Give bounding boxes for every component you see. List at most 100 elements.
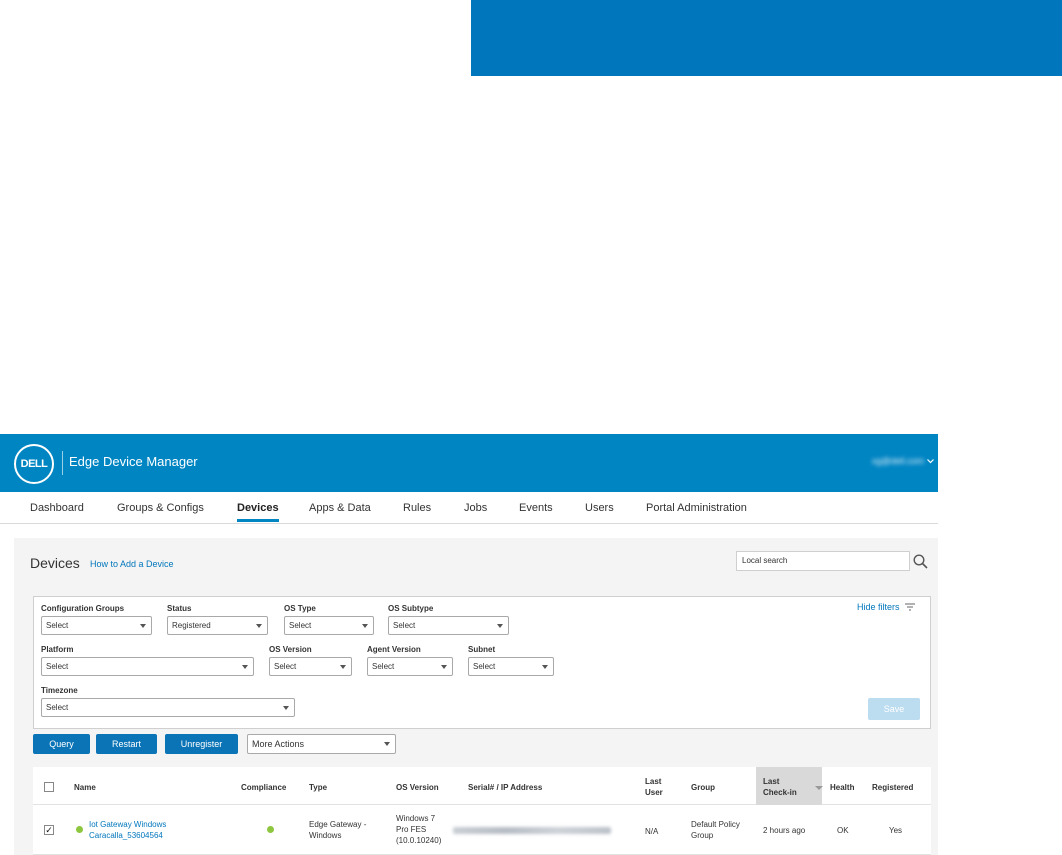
config-groups-value: Select xyxy=(46,621,69,630)
device-name-line1: Iot Gateway Windows xyxy=(89,820,167,829)
user-email: xg@dell.com xyxy=(871,456,924,466)
os-type-label: OS Type xyxy=(284,604,316,613)
top-banner xyxy=(471,0,1062,76)
chevron-down-icon xyxy=(542,665,548,669)
nav-portal-administration[interactable]: Portal Administration xyxy=(646,502,747,514)
config-groups-label: Configuration Groups xyxy=(41,604,125,613)
platform-select[interactable]: Select xyxy=(41,657,254,676)
platform-value: Select xyxy=(46,662,69,671)
os-version-select[interactable]: Select xyxy=(269,657,352,676)
devices-table: Name Compliance Type OS Version Serial# … xyxy=(33,767,931,855)
chevron-down-icon xyxy=(362,624,368,628)
column-os-version[interactable]: OS Version xyxy=(396,782,439,793)
page-title: Devices xyxy=(30,555,80,571)
device-name-link[interactable]: Iot Gateway Windows Caracalla_53604564 xyxy=(89,819,166,841)
logo-text: DELL xyxy=(20,458,48,470)
nav-devices[interactable]: Devices xyxy=(237,502,279,522)
nav-groups-configs[interactable]: Groups & Configs xyxy=(117,502,204,514)
device-os-line2: Pro FES xyxy=(396,825,427,834)
serial-ip-redacted xyxy=(453,827,611,834)
restart-button[interactable]: Restart xyxy=(96,734,157,754)
subnet-value: Select xyxy=(473,662,496,671)
app-header: DELL Edge Device Manager xg@dell.com xyxy=(0,434,938,492)
agent-version-value: Select xyxy=(372,662,395,671)
status-select[interactable]: Registered xyxy=(167,616,268,635)
row-checkbox[interactable]: ✓ xyxy=(44,825,54,835)
search-input[interactable]: Local search xyxy=(736,551,910,571)
chevron-down-icon xyxy=(283,706,289,710)
column-last-checkin-line2: Check-in xyxy=(763,788,797,797)
hide-filters-toggle[interactable]: Hide filters xyxy=(857,602,915,612)
device-registered: Yes xyxy=(889,826,903,835)
device-os-version: Windows 7 Pro FES (10.0.10240) xyxy=(396,813,441,846)
device-group: Default Policy Group xyxy=(691,819,740,841)
main-nav: Dashboard Groups & Configs Devices Apps … xyxy=(0,492,938,524)
column-health[interactable]: Health xyxy=(830,782,854,793)
agent-version-label: Agent Version xyxy=(367,645,421,654)
nav-dashboard[interactable]: Dashboard xyxy=(30,502,84,514)
nav-rules[interactable]: Rules xyxy=(403,502,431,514)
os-subtype-select[interactable]: Select xyxy=(388,616,509,635)
chevron-down-icon xyxy=(340,665,346,669)
more-actions-value: More Actions xyxy=(252,739,305,749)
save-filters-button[interactable]: Save xyxy=(868,698,920,720)
column-last-user-line2: User xyxy=(645,788,663,797)
hide-filters-label: Hide filters xyxy=(857,602,900,612)
os-subtype-label: OS Subtype xyxy=(388,604,434,613)
nav-events[interactable]: Events xyxy=(519,502,553,514)
agent-version-select[interactable]: Select xyxy=(367,657,453,676)
platform-label: Platform xyxy=(41,645,74,654)
os-type-value: Select xyxy=(289,621,312,630)
app-title: Edge Device Manager xyxy=(69,454,198,469)
os-type-select[interactable]: Select xyxy=(284,616,374,635)
device-type: Edge Gateway - Windows xyxy=(309,819,366,841)
column-type[interactable]: Type xyxy=(309,782,327,793)
subnet-select[interactable]: Select xyxy=(468,657,554,676)
config-groups-select[interactable]: Select xyxy=(41,616,152,635)
chevron-down-icon xyxy=(384,742,390,746)
device-os-line3: (10.0.10240) xyxy=(396,836,442,845)
timezone-value: Select xyxy=(46,703,69,712)
device-group-line1: Default Policy xyxy=(691,820,740,829)
unregister-button[interactable]: Unregister xyxy=(165,734,238,754)
user-menu[interactable]: xg@dell.com xyxy=(872,456,934,466)
nav-users[interactable]: Users xyxy=(585,502,614,514)
chevron-down-icon xyxy=(140,624,146,628)
nav-apps-data[interactable]: Apps & Data xyxy=(309,502,371,514)
table-row[interactable]: ✓ Iot Gateway Windows Caracalla_53604564… xyxy=(33,805,931,855)
column-registered[interactable]: Registered xyxy=(872,782,913,793)
column-last-checkin-line1: Last xyxy=(763,777,780,786)
select-all-checkbox[interactable] xyxy=(44,782,54,792)
compliance-status-icon xyxy=(267,826,274,833)
sort-desc-icon[interactable] xyxy=(815,786,823,790)
filter-icon xyxy=(904,603,915,611)
how-to-add-device-link[interactable]: How to Add a Device xyxy=(90,559,174,569)
device-name-line2: Caracalla_53604564 xyxy=(89,831,163,840)
device-last-user: N/A xyxy=(645,827,659,836)
column-name[interactable]: Name xyxy=(74,782,96,793)
app-window: DELL Edge Device Manager xg@dell.com Das… xyxy=(0,434,938,855)
chevron-down-icon xyxy=(441,665,447,669)
chevron-down-icon xyxy=(927,458,934,463)
more-actions-select[interactable]: More Actions xyxy=(247,734,396,754)
header-divider xyxy=(62,451,63,475)
column-last-user[interactable]: Last User xyxy=(645,776,663,798)
status-value: Registered xyxy=(172,621,211,630)
query-button[interactable]: Query xyxy=(33,734,90,754)
column-compliance[interactable]: Compliance xyxy=(241,782,286,793)
status-dot-icon xyxy=(76,826,83,833)
nav-jobs[interactable]: Jobs xyxy=(464,502,487,514)
table-header: Name Compliance Type OS Version Serial# … xyxy=(33,767,931,805)
device-health: OK xyxy=(837,826,849,835)
column-last-checkin[interactable]: Last Check-in xyxy=(763,776,797,798)
column-serial-ip[interactable]: Serial# / IP Address xyxy=(468,782,542,793)
subnet-label: Subnet xyxy=(468,645,496,654)
column-last-user-line1: Last xyxy=(645,777,662,786)
dell-logo[interactable]: DELL xyxy=(14,444,54,484)
timezone-select[interactable]: Select xyxy=(41,698,295,717)
column-group[interactable]: Group xyxy=(691,782,715,793)
chevron-down-icon xyxy=(256,624,262,628)
filters-panel: Configuration Groups Select Status Regis… xyxy=(33,596,931,729)
search-icon[interactable] xyxy=(913,554,928,569)
device-type-line2: Windows xyxy=(309,831,342,840)
